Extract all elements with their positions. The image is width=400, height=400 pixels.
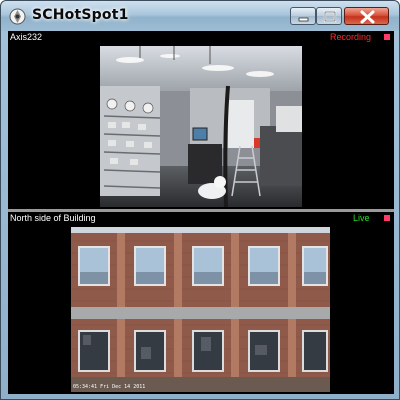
camera-name: North side of Building	[10, 213, 96, 223]
camera-pane-north-side[interactable]: North side of Building Live 05:34:41 Fri…	[8, 212, 394, 392]
camera-grid: Axis232 Recording North side of Building…	[8, 31, 394, 394]
maximize-button[interactable]	[316, 7, 342, 25]
camera-status: Live	[353, 213, 370, 223]
camera-status: Recording	[330, 32, 372, 42]
close-button[interactable]	[344, 7, 389, 25]
lab-room-video	[100, 46, 302, 207]
close-icon	[360, 10, 375, 24]
minimize-button[interactable]	[290, 7, 316, 25]
recording-indicator	[384, 215, 390, 221]
maximize-icon	[323, 10, 337, 23]
recording-indicator	[384, 34, 390, 40]
app-window: SCHotSpot1 Axis232 Recording North side …	[0, 0, 400, 400]
minimize-icon	[298, 17, 309, 22]
brick-building-feed[interactable]: 05:34:41 Fri Dec 14 2011	[71, 227, 330, 392]
camera-pane-axis232[interactable]: Axis232 Recording	[8, 31, 394, 211]
building-video	[71, 227, 330, 392]
camera-app-icon	[9, 8, 26, 25]
video-timestamp: 05:34:41 Fri Dec 14 2011	[73, 384, 146, 390]
window-title: SCHotSpot1	[32, 7, 129, 23]
camera-name: Axis232	[10, 32, 43, 42]
title-bar[interactable]: SCHotSpot1	[1, 1, 399, 31]
lab-room-feed[interactable]	[100, 46, 302, 207]
